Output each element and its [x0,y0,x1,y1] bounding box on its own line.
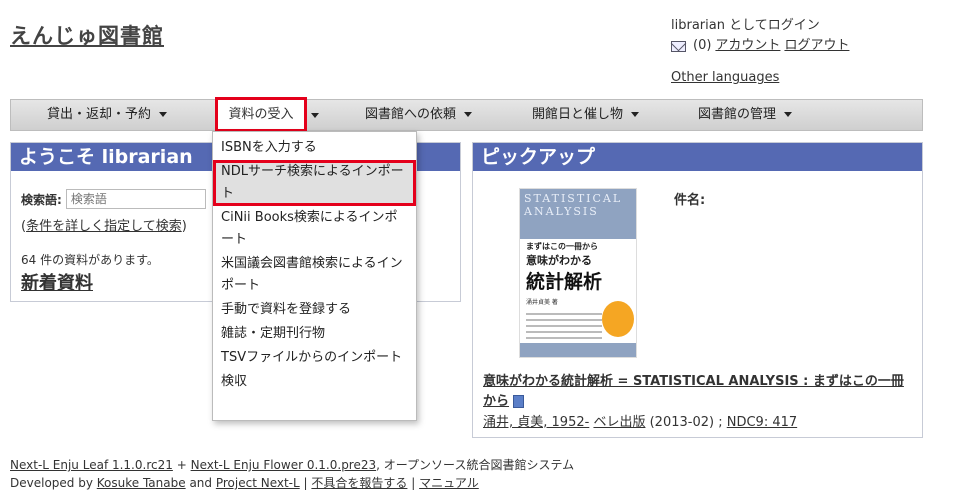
book-icon [513,395,525,408]
menu-item-periodicals[interactable]: 雑誌・定期刊行物 [213,322,416,346]
cover-author: 涌井貞美 著 [526,299,558,306]
cover-title-line2: 統計解析 [526,271,603,293]
pub-date: (2013-02) ; [649,415,723,430]
login-status: librarian としてログイン [671,18,820,33]
cover-subtitle: まずはこの一冊から [526,242,598,251]
manual-link[interactable]: マニュアル [419,476,479,490]
nav-requests[interactable]: 図書館への依頼 [365,100,473,130]
menu-item-cinii-import[interactable]: CiNii Books検索によるインポート [213,206,416,252]
nav-admin[interactable]: 図書館の管理 [698,100,793,130]
book-title: 意味がわかる統計解析 = STATISTICAL ANALYSIS : まずはこ… [483,372,913,412]
separator: | [303,476,308,490]
logout-link[interactable]: ログアウト [784,36,849,56]
advanced-search-link[interactable]: 条件を詳しく指定して検索 [26,219,182,234]
nav-label: 図書館への依頼 [365,107,457,122]
project-link[interactable]: Project Next-L [216,476,300,490]
menu-item-inspection[interactable]: 検収 [213,370,416,394]
book-cover-image[interactable]: STATISTICAL ANALYSIS まずはこの一冊から 意味がわかる 統計… [519,188,637,358]
leaf-link[interactable]: Next-L Enju Leaf 1.1.0.rc21 [10,458,173,472]
cover-footer-band [520,343,636,357]
pickup-heading: ピックアップ [473,143,922,171]
message-count: (0) [693,38,712,53]
nav-label: 図書館の管理 [698,107,777,122]
footer-line1: Next-L Enju Leaf 1.1.0.rc21 + Next-L Enj… [10,456,574,474]
mail-icon[interactable] [671,40,686,52]
menu-item-manual-register[interactable]: 手動で資料を登録する [213,298,416,322]
caret-down-icon [464,112,473,117]
nav-label: 貸出・返却・予約 [47,107,152,122]
menu-item-tsv-import[interactable]: TSVファイルからのインポート [213,346,416,370]
nav-events[interactable]: 開館日と催し物 [532,100,640,130]
system-text: , オープンソース統合図書館システム [376,458,575,472]
ndc-link[interactable]: NDC9: 417 [727,415,797,430]
cover-text-lines [526,313,602,343]
cover-top-text: STATISTICAL ANALYSIS [520,189,636,239]
site-title[interactable]: えんじゅ図書館 [10,20,164,50]
menu-item-loc-import[interactable]: 米国議会図書館検索によるインポート [213,252,416,298]
caret-down-icon [784,112,793,117]
main-navbar: 貸出・返却・予約 資料の受入 図書館への依頼 開館日と催し物 図書館の管理 [10,97,923,132]
cover-badge [602,301,634,337]
author-link[interactable]: Kosuke Tanabe [97,476,186,490]
nav-circulation[interactable]: 貸出・返却・予約 [47,100,168,130]
and-text: and [189,476,213,490]
user-links: (0) アカウント ログアウト [671,36,849,56]
nav-label: 資料の受入 [228,107,294,122]
new-items-link[interactable]: 新着資料 [21,269,93,295]
nav-acquisition[interactable]: 資料の受入 [215,97,307,132]
author-link[interactable]: 涌井, 貞美, 1952- [483,415,589,430]
search-row: 検索語: [21,189,206,209]
user-box: librarian としてログイン (0) アカウント ログアウト [671,16,849,56]
pickup-panel: ピックアップ STATISTICAL ANALYSIS まずはこの一冊から 意味… [472,142,923,438]
search-input[interactable] [65,189,206,209]
other-languages-link[interactable]: Other languages [671,70,779,85]
footer-line2: Developed by Kosuke Tanabe and Project N… [10,474,574,492]
book-meta: 涌井, 貞美, 1952- ベレ出版 (2013-02) ; NDC9: 417 [483,411,797,430]
report-bug-link[interactable]: 不具合を報告する [311,476,407,490]
footer: Next-L Enju Leaf 1.1.0.rc21 + Next-L Enj… [10,456,574,492]
caret-down-icon [311,113,319,118]
caret-down-icon [159,112,168,117]
publisher-link[interactable]: ベレ出版 [593,415,645,430]
menu-item-isbn[interactable]: ISBNを入力する [213,136,416,160]
item-count: 64 件の資料があります。 [21,253,159,267]
account-link[interactable]: アカウント [715,36,780,56]
subject-label: 件名: [674,193,706,208]
cover-title-line1: 意味がわかる [526,254,592,267]
developed-by-text: Developed by [10,476,93,490]
acquisition-dropdown-menu: ISBNを入力する NDLサーチ検索によるインポート CiNii Books検索… [212,131,417,421]
book-title-link[interactable]: 意味がわかる統計解析 = STATISTICAL ANALYSIS : まずはこ… [483,374,904,409]
plus-text: + [176,458,187,472]
search-label: 検索語: [21,192,62,207]
caret-down-icon [631,112,640,117]
separator: | [411,476,416,490]
flower-link[interactable]: Next-L Enju Flower 0.1.0.pre23 [191,458,377,472]
nav-label: 開館日と催し物 [532,107,624,122]
menu-item-ndl-import[interactable]: NDLサーチ検索によるインポート [213,160,416,206]
advanced-search: (条件を詳しく指定して検索) [21,219,187,234]
